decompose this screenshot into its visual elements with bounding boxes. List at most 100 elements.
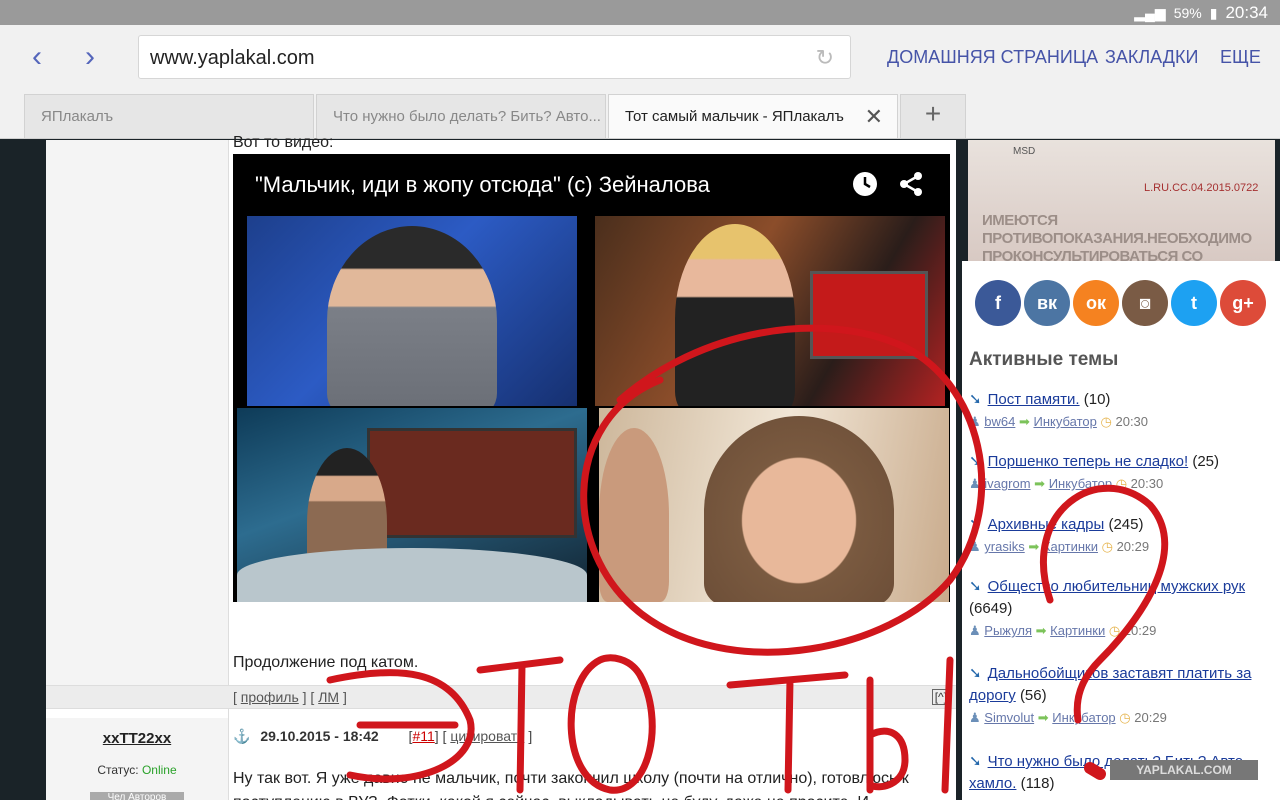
bookmarks-link[interactable]: ЗАКЛАДКИ (1105, 47, 1198, 68)
topic-section-link[interactable]: Инкубатор (1049, 476, 1112, 491)
topic-arrow-icon: ➘ (969, 753, 982, 770)
topic-count: (10) (1083, 391, 1111, 408)
topic-time: 20:30 (1115, 414, 1149, 429)
comment-header: ⚓ 29.10.2015 - 18:42 [#11] [ цитировать … (233, 728, 533, 744)
topic-section-link[interactable]: Инкубатор (1034, 414, 1097, 429)
topic-title-link[interactable]: Общество любительниц мужских рук (988, 578, 1246, 595)
user-badge: Чел Авторов (90, 792, 184, 800)
watch-later-icon[interactable] (851, 170, 879, 198)
quote-link[interactable]: цитировать (450, 728, 524, 744)
tab-that-boy[interactable]: Тот самый мальчик - ЯПлакалъ ✕ (608, 94, 898, 138)
anchor-icon[interactable]: ⚓ (233, 728, 250, 744)
topic-user-link[interactable]: yrasiks (984, 539, 1024, 554)
user-icon: ♟ (969, 476, 981, 491)
instagram-icon[interactable]: ◙ (1122, 280, 1168, 326)
topic-section-link[interactable]: Картинки (1043, 539, 1098, 554)
go-arrow-icon: ➡ (1035, 623, 1047, 638)
go-arrow-icon: ➡ (1034, 476, 1046, 491)
video-player[interactable]: "Мальчик, иди в жопу отсюда" (с) Зейнало… (233, 154, 950, 602)
topic-count: (56) (1019, 687, 1047, 704)
video-frame-news-anchor (247, 216, 577, 406)
topic-arrow-icon: ➘ (969, 391, 982, 408)
odnoklassniki-icon[interactable]: ок (1073, 280, 1119, 326)
battery-percent: 59% (1173, 5, 1202, 21)
read-more-text: Продолжение под катом. (233, 654, 419, 671)
active-topic-item: ➘ Архивные кадры (245) ♟ yrasiks ➡ Картинк… (969, 514, 1269, 558)
topic-user-link[interactable]: ivagrom (984, 476, 1030, 491)
url-text: www.yaplakal.com (150, 47, 315, 69)
ad-warning: ИМЕЮТСЯ ПРОТИВОПОКАЗАНИЯ.НЕОБХОДИМО ПРОК… (982, 212, 1252, 261)
advertisement-banner[interactable]: MSD L.RU.CC.04.2015.0722 ИМЕЮТСЯ ПРОТИВО… (968, 140, 1275, 261)
topic-title-link[interactable]: Дальнобойщиков заставят платить за дорог… (969, 665, 1251, 704)
post-footer-links: [ профиль ] [ ЛМ ] (233, 689, 347, 705)
tab-yaplakal[interactable]: ЯПлакалъ (24, 94, 314, 138)
status-bar: ▂▄▆ 59% ▮ 20:34 (0, 0, 1280, 25)
comment-number-link[interactable]: #11 (412, 728, 434, 744)
active-topic-item: ➘ Дальнобойщиков заставят платить за доро… (969, 663, 1269, 729)
site-watermark: YAPLAKAL.COM (1110, 760, 1258, 780)
clock-icon: ◷ (1119, 710, 1131, 725)
comment-text: Ну так вот. Я уже давно не мальчик, почт… (233, 770, 909, 800)
back-button[interactable]: ‹ (22, 42, 52, 73)
clock-icon: ◷ (1100, 414, 1112, 429)
user-icon: ♟ (969, 539, 981, 554)
scroll-top-button[interactable]: [^] (931, 689, 950, 705)
facebook-icon[interactable]: f (975, 280, 1021, 326)
comment-post: xxTT22xx Статус: Online Чел Авторов ⚓ 29… (46, 718, 956, 800)
tab-title: ЯПлакалъ (41, 108, 114, 125)
topic-count: (6649) (969, 600, 1013, 617)
go-arrow-icon: ➡ (1018, 414, 1030, 429)
post-author-column (46, 140, 228, 685)
comment-username[interactable]: xxTT22xx (46, 730, 228, 747)
topic-user-link[interactable]: Simvolut (984, 710, 1034, 725)
topic-count: (118) (1020, 775, 1055, 792)
share-icon[interactable] (897, 170, 925, 198)
topic-title-link[interactable]: Пост памяти. (988, 391, 1080, 408)
close-tab-icon[interactable]: ✕ (865, 104, 883, 130)
topic-time: 20:30 (1130, 476, 1164, 491)
post-footer: [ профиль ] [ ЛМ ] [^] (46, 685, 956, 709)
googleplus-icon[interactable]: g+ (1220, 280, 1266, 326)
profile-link[interactable]: профиль (241, 689, 299, 705)
status-label: Статус: (97, 763, 139, 777)
video-frame-studio (237, 408, 587, 602)
more-link[interactable]: ЕЩЕ (1220, 47, 1261, 68)
topic-section-link[interactable]: Инкубатор (1052, 710, 1115, 725)
pm-link[interactable]: ЛМ (318, 689, 339, 705)
topic-meta: ♟ Simvolut ➡ Инкубатор ◷ 20:29 (969, 707, 1269, 729)
topic-arrow-icon: ➘ (969, 665, 982, 682)
clock-icon: ◷ (1101, 539, 1113, 554)
ad-code: L.RU.CC.04.2015.0722 (1144, 182, 1259, 194)
forward-button[interactable]: › (75, 42, 105, 73)
video-title: "Мальчик, иди в жопу отсюда" (с) Зейнало… (255, 172, 710, 197)
video-frame-presenter (595, 216, 945, 406)
tab-title: Что нужно было делать? Бить? Авто... (333, 108, 601, 125)
user-status: Статус: Online (46, 763, 228, 777)
url-bar[interactable]: www.yaplakal.com ↻ (138, 35, 851, 79)
web-page: Вот то видео: "Мальчик, иди в жопу отсюд… (0, 134, 1280, 800)
topic-time: 20:29 (1116, 539, 1150, 554)
screen: ▂▄▆ 59% ▮ 20:34 ‹ › www.yaplakal.com ↻ Д… (0, 0, 1280, 800)
vkontakte-icon[interactable]: вк (1024, 280, 1070, 326)
clock: 20:34 (1225, 3, 1268, 22)
social-buttons: f вк ок ◙ t g+ (975, 280, 1266, 326)
right-sidebar: f вк ок ◙ t g+ Активные темы ➘ Пост памяти. (1… (962, 261, 1280, 800)
topic-time: 20:29 (1134, 710, 1167, 725)
topic-title-link[interactable]: Архивные кадры (988, 516, 1105, 533)
topic-section-link[interactable]: Картинки (1050, 623, 1105, 638)
ad-logo: MSD (1013, 146, 1036, 157)
tab-what-to-do[interactable]: Что нужно было делать? Бить? Авто... (316, 94, 606, 138)
topic-meta: ♟ yrasiks ➡ Картинки ◷ 20:29 (969, 536, 1269, 558)
reload-icon[interactable]: ↻ (816, 45, 834, 71)
tab-strip: ЯПлакалъ Что нужно было делать? Бить? Ав… (24, 94, 968, 139)
new-tab-button[interactable]: + (900, 94, 966, 138)
status-online: Online (141, 763, 177, 777)
topic-user-link[interactable]: Рыжуля (984, 623, 1032, 638)
post-content: Вот то видео: "Мальчик, иди в жопу отсюд… (46, 134, 956, 800)
topic-title-link[interactable]: Поршенко теперь не сладко! (988, 453, 1189, 470)
topic-user-link[interactable]: bw64 (984, 414, 1015, 429)
twitter-icon[interactable]: t (1171, 280, 1217, 326)
home-page-link[interactable]: ДОМАШНЯЯ СТРАНИЦА (887, 47, 1098, 68)
topic-meta: ♟ bw64 ➡ Инкубатор ◷ 20:30 (969, 411, 1269, 433)
active-topic-item: ➘ Поршенко теперь не сладко! (25) ♟ ivagro… (969, 451, 1269, 495)
